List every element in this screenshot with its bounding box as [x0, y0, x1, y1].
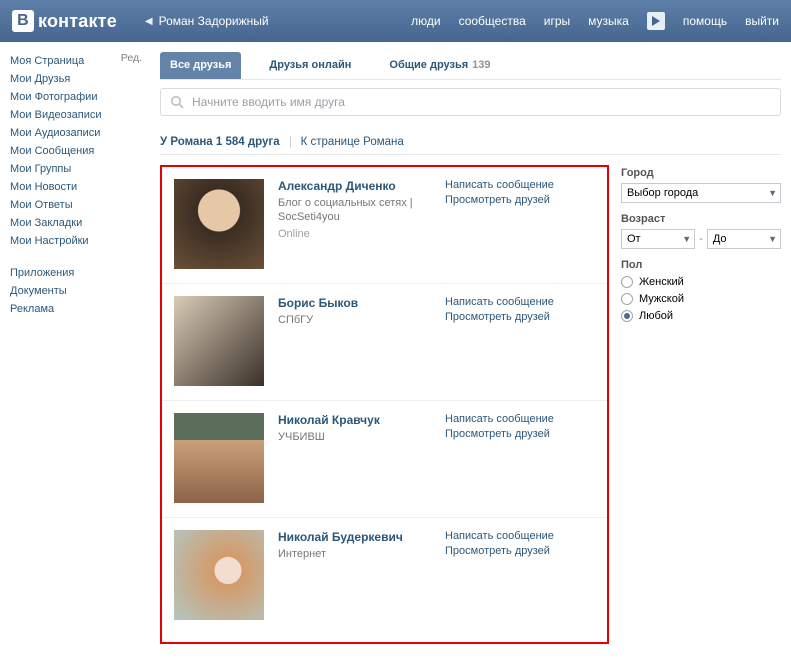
sidebar: Ред. Моя Страница Мои Друзья Мои Фотогра…	[0, 42, 150, 664]
action-view-friends[interactable]: Просмотреть друзей	[445, 428, 595, 440]
tab-all-friends[interactable]: Все друзья	[160, 52, 241, 79]
back-label: Роман Задорижный	[159, 14, 269, 28]
sidebar-item-settings[interactable]: Мои Настройки	[10, 232, 150, 250]
radio-label: Любой	[639, 310, 673, 322]
friends-count-title: У Романа 1 584 друга	[160, 136, 280, 148]
filter-age-from-select[interactable]: От ▼	[621, 229, 695, 249]
search-box[interactable]	[160, 88, 781, 116]
search-input[interactable]	[192, 95, 771, 109]
sidebar-item-videos[interactable]: Мои Видеозаписи	[10, 106, 150, 124]
radio-sex-any[interactable]: Любой	[621, 310, 781, 322]
radio-icon	[621, 276, 633, 288]
friend-row: Борис Быков СПбГУ Написать сообщение Про…	[162, 283, 607, 400]
chevron-down-icon: ▼	[682, 234, 691, 244]
friend-row: Николай Кравчук УЧБИВШ Написать сообщени…	[162, 400, 607, 517]
nav-games[interactable]: игры	[544, 14, 570, 28]
sidebar-item-answers[interactable]: Мои Ответы	[10, 196, 150, 214]
radio-icon	[621, 310, 633, 322]
logo-icon: В	[12, 10, 34, 32]
nav-people[interactable]: люди	[411, 14, 440, 28]
sidebar-item-apps[interactable]: Приложения	[10, 264, 150, 282]
radio-sex-male[interactable]: Мужской	[621, 293, 781, 305]
filter-age-to-value: До	[713, 233, 727, 245]
sidebar-item-messages[interactable]: Мои Сообщения	[10, 142, 150, 160]
radio-icon	[621, 293, 633, 305]
avatar[interactable]	[174, 296, 264, 386]
action-view-friends[interactable]: Просмотреть друзей	[445, 311, 595, 323]
tab-mutual-friends[interactable]: Общие друзья 139	[379, 52, 500, 79]
nav-communities[interactable]: сообщества	[459, 14, 526, 28]
filter-city-value: Выбор города	[627, 187, 698, 199]
topbar: Вконтакте ◀ Роман Задорижный люди сообще…	[0, 0, 791, 42]
top-nav: люди сообщества игры музыка помощь выйти	[411, 12, 779, 30]
sidebar-item-news[interactable]: Мои Новости	[10, 178, 150, 196]
nav-logout[interactable]: выйти	[745, 14, 779, 28]
sidebar-item-photos[interactable]: Мои Фотографии	[10, 88, 150, 106]
sidebar-item-bookmarks[interactable]: Мои Закладки	[10, 214, 150, 232]
action-write-message[interactable]: Написать сообщение	[445, 530, 595, 542]
action-write-message[interactable]: Написать сообщение	[445, 179, 595, 191]
filter-city-select[interactable]: Выбор города ▼	[621, 183, 781, 203]
back-to-user-page[interactable]: К странице Романа	[301, 136, 404, 148]
filter-age-to-select[interactable]: До ▼	[707, 229, 781, 249]
sidebar-item-groups[interactable]: Мои Группы	[10, 160, 150, 178]
filter-city-label: Город	[621, 167, 781, 179]
friends-header: У Романа 1 584 друга К странице Романа	[160, 136, 781, 155]
friend-name[interactable]: Николай Будеркевич	[278, 530, 445, 544]
action-view-friends[interactable]: Просмотреть друзей	[445, 194, 595, 206]
friend-subtitle: Интернет	[278, 547, 445, 561]
friend-subtitle: Блог о социальных сетях | SocSeti4you	[278, 196, 445, 225]
action-write-message[interactable]: Написать сообщение	[445, 296, 595, 308]
friend-name[interactable]: Николай Кравчук	[278, 413, 445, 427]
radio-sex-female[interactable]: Женский	[621, 276, 781, 288]
friend-row: Александр Диченко Блог о социальных сетя…	[162, 167, 607, 283]
chevron-down-icon: ▼	[768, 188, 777, 198]
friends-list: Александр Диченко Блог о социальных сетя…	[160, 165, 609, 644]
friend-subtitle: УЧБИВШ	[278, 430, 445, 444]
chevron-down-icon: ▼	[768, 234, 777, 244]
main: Все друзья Друзья онлайн Общие друзья 13…	[150, 42, 791, 664]
music-play-button[interactable]	[647, 12, 665, 30]
filter-age-from-value: От	[627, 233, 641, 245]
logo[interactable]: Вконтакте	[12, 10, 117, 32]
tab-mutual-label: Общие друзья	[389, 59, 468, 71]
sidebar-edit[interactable]: Ред.	[121, 52, 142, 64]
tab-friends-online[interactable]: Друзья онлайн	[259, 52, 361, 79]
avatar[interactable]	[174, 413, 264, 503]
avatar[interactable]	[174, 179, 264, 269]
radio-label: Женский	[639, 276, 684, 288]
nav-help[interactable]: помощь	[683, 14, 727, 28]
sidebar-item-ads[interactable]: Реклама	[10, 300, 150, 318]
tabs: Все друзья Друзья онлайн Общие друзья 13…	[160, 42, 781, 80]
radio-label: Мужской	[639, 293, 684, 305]
filter-sex-label: Пол	[621, 259, 781, 271]
search-icon	[170, 95, 184, 109]
friend-name[interactable]: Борис Быков	[278, 296, 445, 310]
action-write-message[interactable]: Написать сообщение	[445, 413, 595, 425]
sidebar-item-friends[interactable]: Мои Друзья	[10, 70, 150, 88]
friend-row: Николай Будеркевич Интернет Написать соо…	[162, 517, 607, 634]
filter-age-label: Возраст	[621, 213, 781, 225]
sidebar-item-audio[interactable]: Мои Аудиозаписи	[10, 124, 150, 142]
divider	[290, 136, 291, 148]
dash: -	[699, 233, 703, 245]
logo-text: контакте	[38, 11, 117, 32]
caret-left-icon: ◀	[145, 16, 153, 27]
tab-mutual-count: 139	[472, 59, 490, 71]
play-icon	[652, 16, 660, 26]
avatar[interactable]	[174, 530, 264, 620]
back-to-profile[interactable]: ◀ Роман Задорижный	[145, 14, 269, 28]
friend-subtitle: СПбГУ	[278, 313, 445, 327]
nav-music[interactable]: музыка	[588, 14, 629, 28]
action-view-friends[interactable]: Просмотреть друзей	[445, 545, 595, 557]
sidebar-item-docs[interactable]: Документы	[10, 282, 150, 300]
friend-name[interactable]: Александр Диченко	[278, 179, 445, 193]
filters-panel: Город Выбор города ▼ Возраст От ▼ - До ▼	[621, 165, 781, 644]
friend-online-status: Online	[278, 228, 445, 240]
